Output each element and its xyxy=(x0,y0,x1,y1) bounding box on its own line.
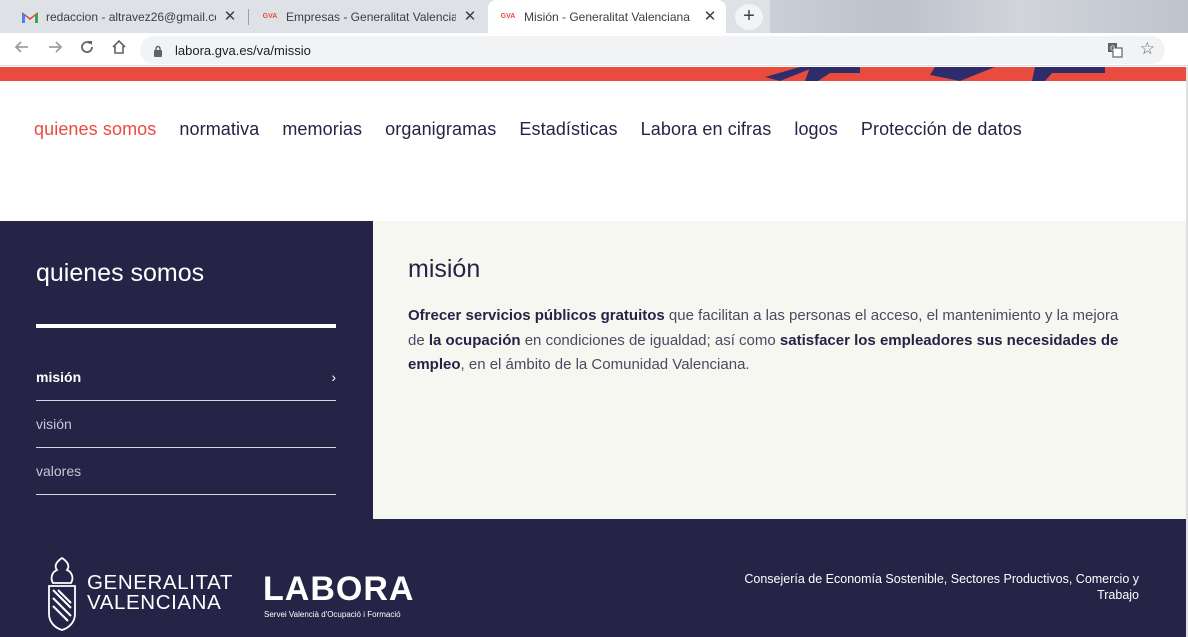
tabstrip-background xyxy=(770,0,1188,33)
sidebar: quienes somos misión › visión valores xyxy=(0,221,373,519)
browser-toolbar: labora.gva.es/va/missio G ☆ xyxy=(0,33,1188,89)
bookmark-star-icon[interactable]: ☆ xyxy=(1140,39,1155,59)
home-icon xyxy=(112,39,126,54)
tab-mision[interactable]: GVA Misión - Generalitat Valenciana ✕ xyxy=(488,0,726,33)
nav-item-quienes-somos[interactable]: quienes somos xyxy=(34,119,156,140)
tab-empresas[interactable]: GVA Empresas - Generalitat Valenciana ✕ xyxy=(250,0,486,33)
nav-item-memorias[interactable]: memorias xyxy=(282,119,362,140)
highlight-text: la ocupación xyxy=(428,331,521,349)
nav-item-labora-en-cifras[interactable]: Labora en cifras xyxy=(641,119,772,140)
home-button[interactable] xyxy=(107,38,131,62)
page-title: misión xyxy=(408,255,481,283)
gva-icon: GVA xyxy=(500,9,516,25)
banner-art-icon xyxy=(765,67,1105,81)
sidebar-item-mision[interactable]: misión › xyxy=(36,354,336,401)
main-navigation: quienes somos normativa memorias organig… xyxy=(34,119,1045,140)
chevron-right-icon: › xyxy=(331,369,336,385)
gmail-icon xyxy=(22,9,38,25)
logo-line: VALENCIANA xyxy=(87,591,222,614)
translate-icon[interactable]: G xyxy=(1107,42,1123,58)
sidebar-divider xyxy=(36,324,336,328)
sidebar-heading: quienes somos xyxy=(36,259,205,287)
tab-title: redaccion - altravez26@gmail.com xyxy=(46,9,216,24)
web-page: quienes somos normativa memorias organig… xyxy=(0,67,1188,637)
reload-button[interactable] xyxy=(75,38,99,62)
nav-item-normativa[interactable]: normativa xyxy=(179,119,259,140)
back-arrow-icon xyxy=(14,41,28,53)
forward-arrow-icon xyxy=(49,41,63,53)
favicon-text: GVA xyxy=(500,13,516,20)
sidebar-item-label: misión xyxy=(36,369,82,385)
svg-text:G: G xyxy=(1110,45,1115,53)
sidebar-item-label: visión xyxy=(36,416,72,432)
body-text: en condiciones de igualdad; así como xyxy=(520,331,780,349)
reload-icon xyxy=(81,41,93,53)
generalitat-crest-icon xyxy=(48,556,76,631)
sidebar-item-vision[interactable]: visión xyxy=(36,401,336,448)
conselleria-link[interactable]: Consejería de Economía Sostenible, Secto… xyxy=(719,571,1139,603)
tab-title: Empresas - Generalitat Valenciana xyxy=(286,9,456,24)
gva-icon: GVA xyxy=(262,9,278,25)
close-tab-icon[interactable]: ✕ xyxy=(702,8,718,25)
close-tab-icon[interactable]: ✕ xyxy=(462,8,478,25)
url-text: labora.gva.es/va/missio xyxy=(175,43,311,58)
favicon-text: GVA xyxy=(262,13,278,20)
forward-button[interactable] xyxy=(43,38,67,62)
nav-item-proteccion-de-datos[interactable]: Protección de datos xyxy=(861,119,1022,140)
body-text: , en el ámbito de la Comunidad Valencian… xyxy=(460,356,750,373)
tab-gmail[interactable]: redaccion - altravez26@gmail.com ✕ xyxy=(10,0,246,33)
nav-item-logos[interactable]: logos xyxy=(794,119,838,140)
browser-tab-strip: redaccion - altravez26@gmail.com ✕ GVA E… xyxy=(0,0,1188,33)
labora-logo[interactable]: LABORA xyxy=(263,572,414,606)
tab-separator xyxy=(248,9,249,25)
generalitat-logo-text[interactable]: GENERALITAT VALENCIANA xyxy=(87,571,233,614)
address-bar[interactable]: labora.gva.es/va/missio G ☆ xyxy=(140,36,1165,64)
main-content: misión Ofrecer servicios públicos gratui… xyxy=(373,221,1186,519)
new-tab-button[interactable]: + xyxy=(735,4,763,30)
highlight-text: Ofrecer servicios públicos gratuitos xyxy=(408,307,665,324)
mission-paragraph: Ofrecer servicios públicos gratuitos que… xyxy=(408,304,1120,378)
tab-title: Misión - Generalitat Valenciana xyxy=(524,9,690,24)
sidebar-item-valores[interactable]: valores xyxy=(36,448,336,495)
labora-tagline: Servei Valencià d'Ocupació i Formació xyxy=(264,610,401,619)
nav-item-estadisticas[interactable]: Estadísticas xyxy=(519,119,617,140)
sidebar-item-label: valores xyxy=(36,463,82,479)
close-tab-icon[interactable]: ✕ xyxy=(222,8,238,25)
nav-item-organigramas[interactable]: organigramas xyxy=(385,119,496,140)
logo-line: GENERALITAT xyxy=(87,571,233,594)
back-button[interactable] xyxy=(10,38,34,62)
header-banner xyxy=(0,67,1188,81)
footer: GENERALITAT VALENCIANA LABORA Servei Val… xyxy=(0,519,1188,637)
lock-icon xyxy=(153,44,163,62)
